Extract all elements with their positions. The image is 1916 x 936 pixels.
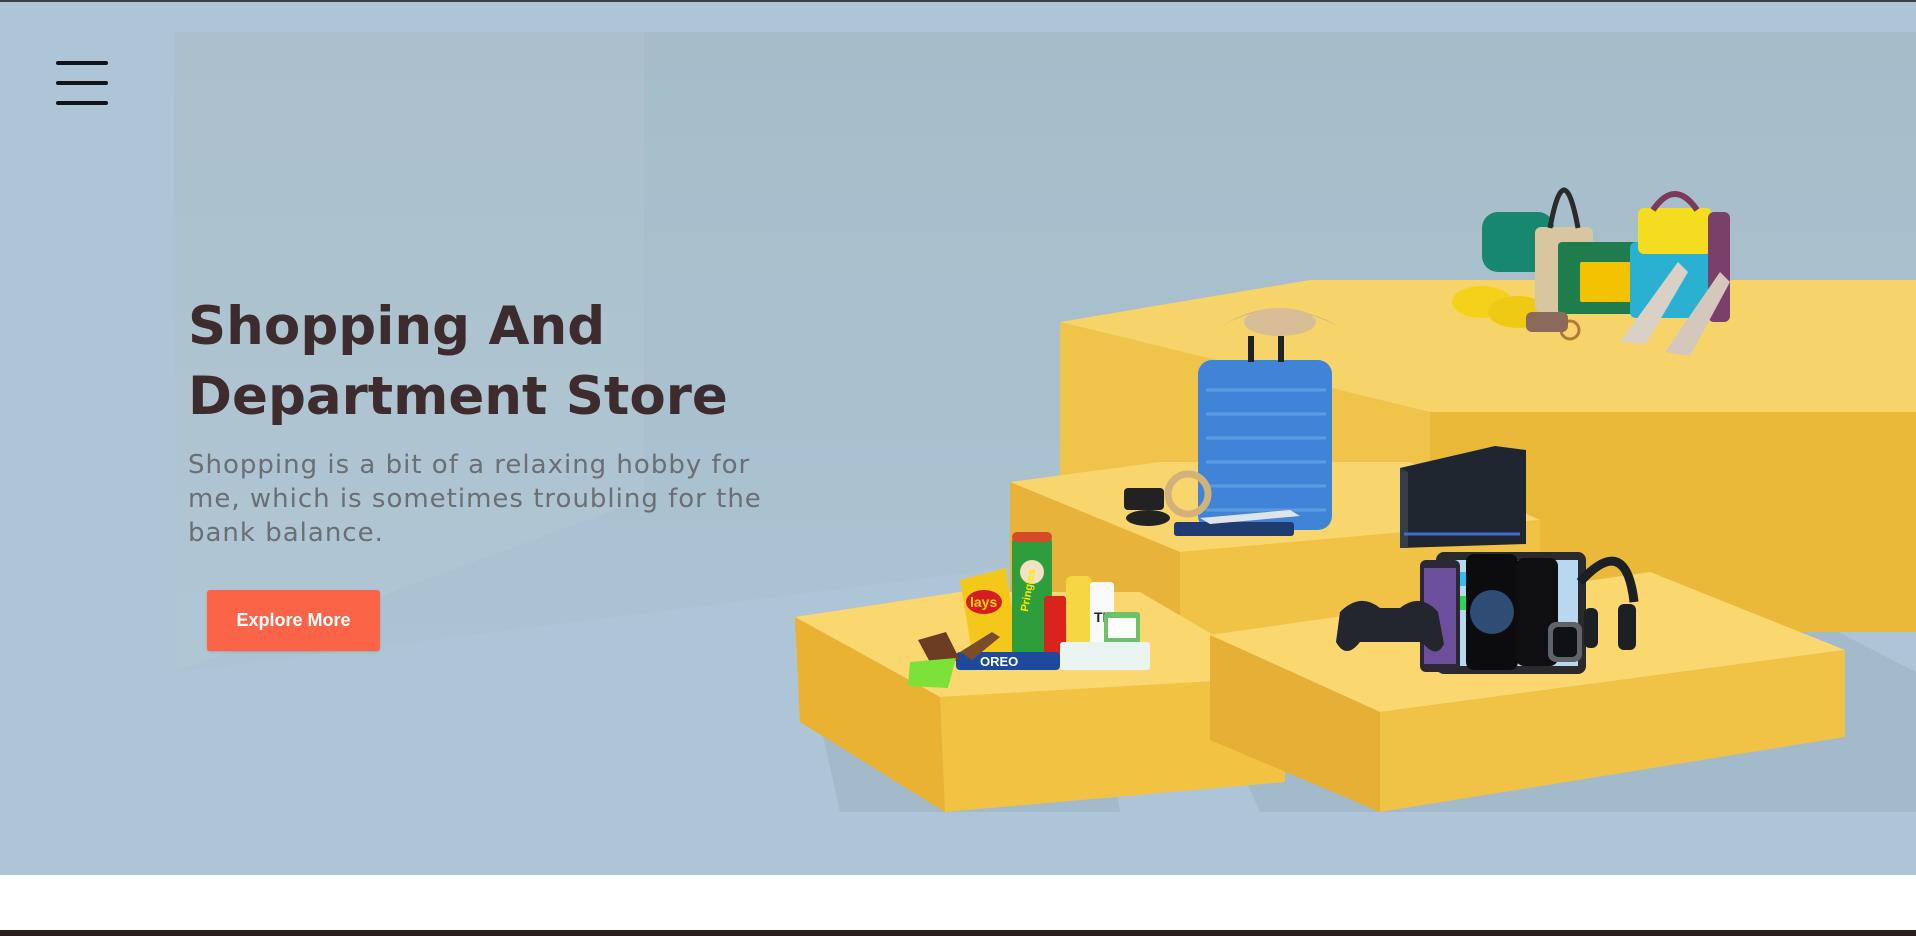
hero-title-line2: Department Store [188,366,728,427]
explore-more-button[interactable]: Explore More [207,590,380,651]
hero-banner: Shopping And Department Store Shopping is… [0,2,1916,875]
products-illustration: lays Pringles TEA OREO [795,187,1916,812]
menu-line [56,81,108,85]
chips-label: lays [970,594,997,610]
menu-line [56,61,108,65]
hero-title: Shopping And Department Store [188,292,808,432]
hero-description: Shopping is a bit of a relaxing hobby fo… [188,450,762,548]
hero-title-line1: Shopping And [188,296,606,357]
hamburger-menu-icon[interactable] [48,54,114,114]
next-section-edge [0,930,1916,936]
cookies-label: OREO [980,654,1018,669]
menu-line [56,101,108,105]
